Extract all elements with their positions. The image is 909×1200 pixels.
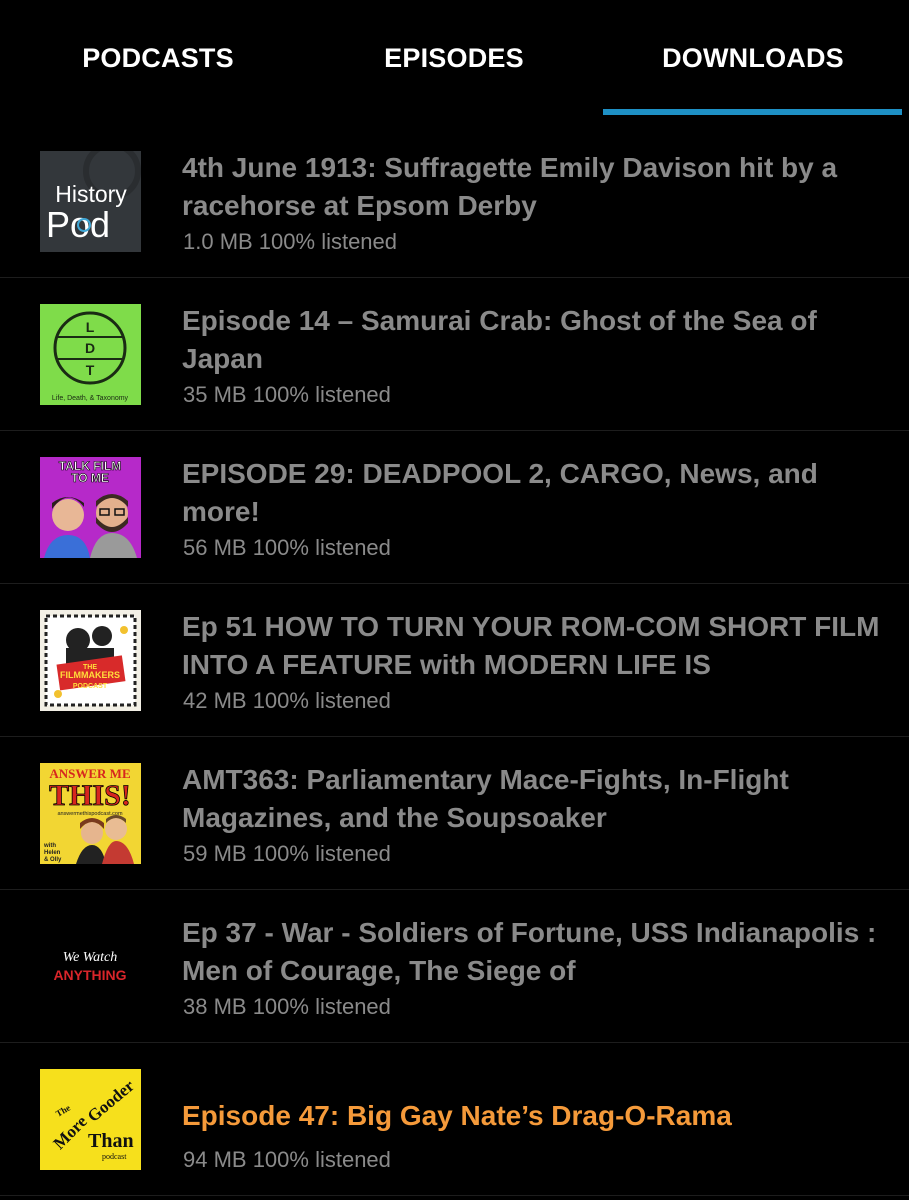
tab-podcasts[interactable]: PODCASTS (0, 0, 316, 116)
episode-title: Episode 47: Big Gay Nate’s Drag-O-Rama (182, 1100, 732, 1131)
talk-film-line2: TO ME (71, 471, 109, 485)
episode-meta: 38 MB 100% listened (183, 994, 391, 1019)
episode-meta: 1.0 MB 100% listened (183, 229, 398, 254)
downloads-list: History Pod 4th June 1913: Suffragette E… (0, 125, 909, 1196)
episode-meta: 94 MB 100% listened (183, 1147, 391, 1172)
svg-text:T: T (86, 362, 95, 378)
download-item-playing[interactable]: The More Gooder Than podcast Episode 47:… (0, 1043, 909, 1196)
talk-film-to-me-art: TALK FILM TO ME (40, 457, 141, 558)
tab-downloads[interactable]: DOWNLOADS (602, 0, 904, 116)
episode-meta: 56 MB 100% listened (183, 535, 391, 560)
episode-meta: 35 MB 100% listened (183, 382, 391, 407)
episode-title: EPISODE 29: DEADPOOL 2, CARGO, News, and… (182, 458, 818, 527)
filmmakers-line2: FILMMAKERS (60, 670, 120, 680)
wwa-line2: ANYTHING (53, 967, 126, 983)
ldt-art: L D T Life, Death, & Taxonomy (40, 304, 141, 405)
svg-text:L: L (86, 319, 95, 335)
download-item[interactable]: History Pod 4th June 1913: Suffragette E… (0, 125, 909, 278)
episode-title: 4th June 1913: Suffragette Emily Davison… (182, 152, 838, 221)
download-item[interactable]: ANSWER ME THIS! answermethispodcast.com … (0, 737, 909, 890)
svg-text:Helen: Helen (44, 850, 61, 856)
we-watch-anything-art: We Watch ANYTHING (40, 916, 141, 1017)
episode-title: AMT363: Parliamentary Mace-Fights, In-Fl… (182, 764, 789, 833)
amt-line2: THIS! (49, 779, 131, 812)
episode-title: Episode 14 – Samurai Crab: Ghost of the … (182, 305, 817, 374)
ldt-caption: Life, Death, & Taxonomy (52, 395, 129, 402)
filmmakers-podcast-art: THE FILMMAKERS PODCAST (40, 610, 141, 711)
tab-bar: PODCASTS EPISODES DOWNLOADS (0, 0, 909, 116)
mgt-line4: Than (88, 1130, 134, 1152)
episode-title: Ep 37 - War - Soldiers of Fortune, USS I… (182, 917, 877, 986)
history-pod-art: History Pod (40, 151, 141, 252)
filmmakers-line3: PODCAST (73, 683, 108, 690)
answer-me-this-art: ANSWER ME THIS! answermethispodcast.com … (40, 763, 141, 864)
download-item[interactable]: TALK FILM TO ME EPISODE 29: DEADPOOL 2, … (0, 431, 909, 584)
active-tab-indicator (603, 109, 902, 115)
episode-meta: 42 MB 100% listened (183, 688, 391, 713)
download-item[interactable]: L D T Life, Death, & Taxonomy Episode 14… (0, 278, 909, 431)
svg-text:D: D (85, 340, 95, 356)
episode-title: Ep 51 HOW TO TURN YOUR ROM-COM SHORT FIL… (182, 611, 880, 680)
download-item[interactable]: THE FILMMAKERS PODCAST Ep 51 HOW TO TURN… (0, 584, 909, 737)
episode-meta: 59 MB 100% listened (183, 841, 391, 866)
tab-episodes[interactable]: EPISODES (302, 0, 606, 116)
more-gooder-than-art: The More Gooder Than podcast (40, 1069, 141, 1170)
mgt-line5: podcast (102, 1152, 127, 1161)
svg-text:with: with (43, 843, 56, 849)
svg-text:& Olly: & Olly (44, 857, 62, 863)
wwa-line1: We Watch (63, 950, 118, 965)
download-item[interactable]: We Watch ANYTHING Ep 37 - War - Soldiers… (0, 890, 909, 1043)
